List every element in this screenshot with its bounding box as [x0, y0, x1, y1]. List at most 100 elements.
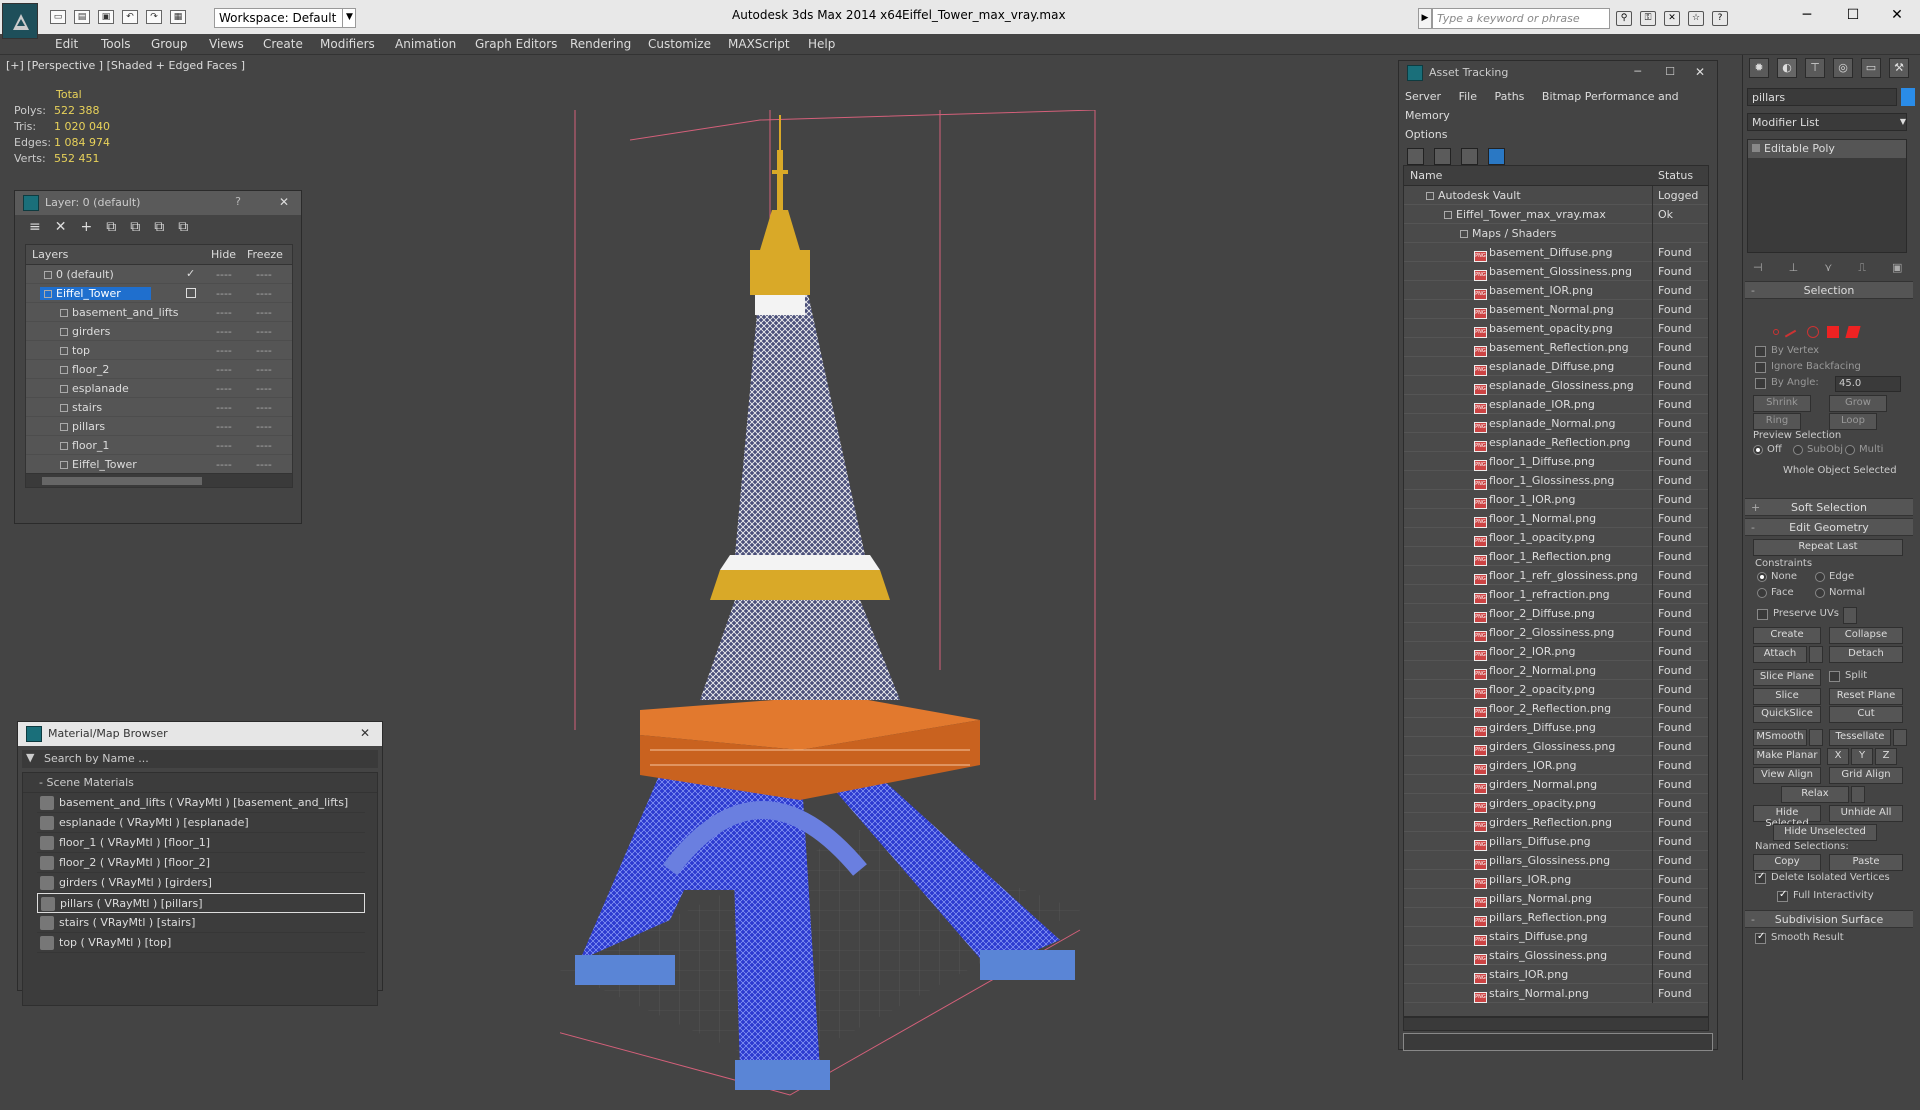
- ring-button[interactable]: Ring: [1753, 413, 1801, 430]
- material-item[interactable]: esplanade ( VRayMtl ) [esplanade]: [37, 813, 365, 833]
- asset-row[interactable]: PNG floor_1_opacity.png Found: [1404, 528, 1708, 547]
- set-current-box[interactable]: [186, 288, 196, 298]
- material-item[interactable]: floor_2 ( VRayMtl ) [floor_2]: [37, 853, 365, 873]
- asset-row[interactable]: PNG floor_1_Reflection.png Found: [1404, 547, 1708, 566]
- by-vertex-checkbox[interactable]: [1755, 346, 1766, 357]
- grow-button[interactable]: Grow: [1829, 395, 1887, 412]
- asset-row[interactable]: PNG pillars_Glossiness.png Found: [1404, 851, 1708, 870]
- preserve-uvs-settings-button[interactable]: [1843, 607, 1857, 624]
- binoculars-icon[interactable]: ⚲: [1616, 11, 1632, 26]
- asset-row[interactable]: PNG esplanade_Diffuse.png Found: [1404, 357, 1708, 376]
- asset-row[interactable]: PNG stairs_Diffuse.png Found: [1404, 927, 1708, 946]
- layer-row[interactable]: basement_and_lifts ---- ----: [26, 303, 292, 322]
- search-input[interactable]: Type a keyword or phrase: [1432, 8, 1610, 29]
- smooth-result-checkbox[interactable]: [1755, 931, 1766, 944]
- app-logo[interactable]: [2, 3, 38, 39]
- object-name-field[interactable]: pillars: [1747, 88, 1897, 106]
- layer-row[interactable]: esplanade ---- ----: [26, 379, 292, 398]
- material-browser-title-bar[interactable]: Material/Map Browser ✕: [18, 722, 382, 746]
- col-layers[interactable]: Layers: [32, 248, 68, 261]
- preview-subobj-radio[interactable]: [1793, 445, 1803, 455]
- unhide-all-button[interactable]: Unhide All: [1829, 805, 1903, 822]
- layer-row[interactable]: girders ---- ----: [26, 322, 292, 341]
- col-hide[interactable]: Hide: [211, 248, 236, 261]
- close-button[interactable]: ✕: [1874, 0, 1920, 30]
- asset-row[interactable]: PNG girders_Normal.png Found: [1404, 775, 1708, 794]
- asset-row[interactable]: PNG girders_Reflection.png Found: [1404, 813, 1708, 832]
- asset-row[interactable]: PNG floor_1_IOR.png Found: [1404, 490, 1708, 509]
- material-item[interactable]: basement_and_lifts ( VRayMtl ) [basement…: [37, 793, 365, 813]
- star-icon[interactable]: ☆: [1688, 11, 1704, 26]
- menu-graph-editors[interactable]: Graph Editors: [475, 37, 557, 51]
- asset-row[interactable]: Maps / Shaders: [1404, 224, 1708, 243]
- add-to-layer-icon[interactable]: +: [80, 220, 92, 236]
- tessellate-button[interactable]: Tessellate: [1829, 729, 1891, 746]
- layer-row[interactable]: floor_2 ---- ----: [26, 360, 292, 379]
- angle-spinner[interactable]: 45.0: [1835, 376, 1901, 392]
- layer-row[interactable]: floor_1 ---- ----: [26, 436, 292, 455]
- asset-row[interactable]: PNG floor_2_Normal.png Found: [1404, 661, 1708, 680]
- asset-row[interactable]: PNG esplanade_Normal.png Found: [1404, 414, 1708, 433]
- menu-create[interactable]: Create: [263, 37, 303, 51]
- asset-row[interactable]: PNG basement_IOR.png Found: [1404, 281, 1708, 300]
- ignore-backfacing-checkbox[interactable]: [1755, 362, 1766, 373]
- full-interactivity-checkbox[interactable]: [1777, 889, 1788, 902]
- search-expand-icon[interactable]: ▶: [1418, 8, 1432, 29]
- attach-button[interactable]: Attach: [1753, 646, 1807, 663]
- freeze-all-icon[interactable]: ⧉: [178, 220, 188, 236]
- constraint-face-radio[interactable]: [1757, 588, 1767, 598]
- refresh-icon[interactable]: [1407, 148, 1424, 165]
- asset-row[interactable]: PNG floor_1_refr_glossiness.png Found: [1404, 566, 1708, 585]
- constraint-normal-radio[interactable]: [1815, 588, 1825, 598]
- asset-row[interactable]: Autodesk Vault Logged: [1404, 186, 1708, 205]
- layer-panel-title-bar[interactable]: Layer: 0 (default) ? ✕: [15, 191, 301, 215]
- delete-isolated-checkbox[interactable]: [1755, 871, 1766, 884]
- menu-customize[interactable]: Customize: [648, 37, 711, 51]
- menu-bitmap-performance[interactable]: Bitmap Performance and Memory: [1405, 90, 1679, 122]
- asset-row[interactable]: PNG floor_1_refraction.png Found: [1404, 585, 1708, 604]
- minimize-icon[interactable]: ─: [1634, 65, 1641, 78]
- menu-animation[interactable]: Animation: [395, 37, 456, 51]
- constraint-none-radio[interactable]: [1757, 572, 1767, 582]
- stack-item-editable-poly[interactable]: Editable Poly: [1748, 140, 1906, 158]
- pin-stack-icon[interactable]: ⊣: [1753, 261, 1763, 275]
- maximize-button[interactable]: ☐: [1830, 0, 1876, 30]
- asset-row[interactable]: PNG esplanade_Reflection.png Found: [1404, 433, 1708, 452]
- asset-row[interactable]: PNG esplanade_Glossiness.png Found: [1404, 376, 1708, 395]
- menu-tools[interactable]: Tools: [101, 37, 131, 51]
- menu-maxscript[interactable]: MAXScript: [728, 37, 790, 51]
- minimize-button[interactable]: ─: [1784, 0, 1830, 30]
- preview-off-radio[interactable]: [1753, 445, 1763, 455]
- asset-row[interactable]: PNG basement_Glossiness.png Found: [1404, 262, 1708, 281]
- by-angle-checkbox[interactable]: [1755, 378, 1766, 389]
- asset-row[interactable]: PNG pillars_IOR.png Found: [1404, 870, 1708, 889]
- asset-row[interactable]: PNG girders_IOR.png Found: [1404, 756, 1708, 775]
- asset-row[interactable]: PNG floor_2_Diffuse.png Found: [1404, 604, 1708, 623]
- layer-row[interactable]: stairs ---- ----: [26, 398, 292, 417]
- attach-list-button[interactable]: [1809, 646, 1823, 663]
- save-icon[interactable]: ▣: [98, 10, 114, 24]
- menu-edit[interactable]: Edit: [55, 37, 78, 51]
- asset-row[interactable]: PNG floor_2_IOR.png Found: [1404, 642, 1708, 661]
- menu-server[interactable]: Server: [1405, 90, 1441, 103]
- make-planar-z-button[interactable]: Z: [1875, 748, 1897, 765]
- scene-materials-group[interactable]: - Scene Materials: [23, 773, 377, 793]
- table-view-icon[interactable]: [1488, 148, 1505, 165]
- msmooth-button[interactable]: MSmooth: [1753, 729, 1807, 746]
- tree-view-icon[interactable]: [1461, 148, 1478, 165]
- asset-row[interactable]: PNG pillars_Normal.png Found: [1404, 889, 1708, 908]
- rollout-subdivision-surface[interactable]: - Subdivision Surface: [1745, 910, 1913, 928]
- settings-icon[interactable]: [1692, 148, 1709, 165]
- list-view-icon[interactable]: [1434, 148, 1451, 165]
- maximize-icon[interactable]: ☐: [1665, 65, 1675, 78]
- asset-row[interactable]: PNG basement_Reflection.png Found: [1404, 338, 1708, 357]
- edge-icon[interactable]: [1784, 329, 1802, 347]
- copy-button[interactable]: Copy: [1753, 854, 1821, 871]
- project-folder-icon[interactable]: ▦: [170, 10, 186, 24]
- key-icon[interactable]: ⚿: [1640, 11, 1656, 26]
- filter-icon[interactable]: ▼: [26, 751, 34, 764]
- workspace-dropdown[interactable]: Workspace: Default: [214, 8, 356, 28]
- asset-row[interactable]: PNG stairs_Glossiness.png Found: [1404, 946, 1708, 965]
- remove-modifier-icon[interactable]: ⎍: [1858, 261, 1866, 275]
- asset-row[interactable]: PNG girders_opacity.png Found: [1404, 794, 1708, 813]
